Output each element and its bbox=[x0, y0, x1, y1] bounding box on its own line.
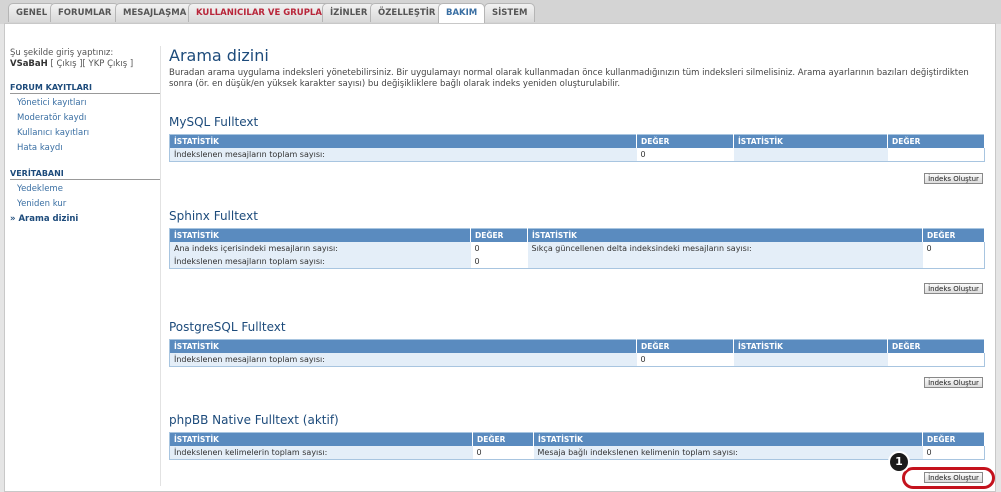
section-title-postgresql: PostgreSQL Fulltext bbox=[169, 320, 286, 334]
create-index-button-mysql[interactable]: İndeks Oluştur bbox=[924, 173, 983, 184]
sidebar-item-moderator-log[interactable]: Moderatör kaydı bbox=[17, 113, 86, 123]
empty-cell bbox=[733, 353, 888, 367]
col-header: DEĞER bbox=[922, 432, 985, 446]
username[interactable]: VSaBaH bbox=[10, 59, 48, 69]
empty-cell bbox=[922, 255, 985, 269]
highlight-ring bbox=[902, 467, 995, 489]
col-header: DEĞER bbox=[470, 228, 528, 242]
stat-label: Ana indeks içerisindeki mesajların sayıs… bbox=[169, 242, 471, 255]
section-title-sphinx: Sphinx Fulltext bbox=[169, 209, 258, 223]
col-header: İSTATİSTİK bbox=[169, 134, 637, 148]
stats-table-mysql: İSTATİSTİK DEĞER İSTATİSTİK DEĞER İndeks… bbox=[169, 134, 985, 162]
sidebar-item-restore[interactable]: Yeniden kur bbox=[17, 199, 66, 209]
section-title-native: phpBB Native Fulltext (aktif) bbox=[169, 413, 339, 427]
create-index-button-postgresql[interactable]: İndeks Oluştur bbox=[924, 377, 983, 388]
menu-heading-forum-logs: FORUM KAYITLARI bbox=[10, 83, 160, 94]
tab-bakim[interactable]: BAKIM bbox=[438, 3, 486, 24]
empty-cell bbox=[887, 353, 985, 367]
page-title: Arama dizini bbox=[169, 46, 269, 65]
logout-links[interactable]: [ Çıkış ][ YKP Çıkış ] bbox=[50, 59, 133, 69]
col-header: DEĞER bbox=[922, 228, 985, 242]
stats-table-postgresql: İSTATİSTİK DEĞER İSTATİSTİK DEĞER İndeks… bbox=[169, 339, 985, 367]
stat-label: İndekslenen mesajların toplam sayısı: bbox=[169, 148, 637, 162]
login-text: Şu şekilde giriş yaptınız: bbox=[10, 48, 114, 58]
sidebar-item-admin-logs[interactable]: Yönetici kayıtları bbox=[17, 98, 86, 108]
col-header: DEĞER bbox=[636, 339, 734, 353]
stat-value: 0 bbox=[472, 446, 534, 460]
login-info: Şu şekilde giriş yaptınız: VSaBaH [ Çıkı… bbox=[10, 48, 133, 70]
col-header: DEĞER bbox=[472, 432, 534, 446]
col-header: İSTATİSTİK bbox=[169, 339, 637, 353]
sidebar-item-search-index[interactable]: » Arama dizini bbox=[10, 214, 78, 224]
stat-value: 0 bbox=[922, 242, 985, 255]
tab-genel[interactable]: GENEL bbox=[8, 3, 56, 22]
stat-label: Sıkça güncellenen delta indeksindeki mes… bbox=[527, 242, 923, 255]
tab-ozellestir[interactable]: ÖZELLEŞTİR bbox=[370, 3, 444, 22]
step-number-badge: 1 bbox=[888, 451, 910, 473]
col-header: DEĞER bbox=[887, 339, 985, 353]
empty-cell bbox=[733, 148, 888, 162]
col-header: İSTATİSTİK bbox=[169, 432, 473, 446]
col-header: İSTATİSTİK bbox=[533, 432, 923, 446]
stat-value: 0 bbox=[636, 353, 734, 367]
stat-label: Mesaja bağlı indekslenen kelimenin topla… bbox=[533, 446, 923, 460]
empty-cell bbox=[887, 148, 985, 162]
col-header: DEĞER bbox=[636, 134, 734, 148]
tab-izinler[interactable]: İZİNLER bbox=[322, 3, 376, 22]
sidebar-item-backup[interactable]: Yedekleme bbox=[17, 184, 63, 194]
stat-label: İndekslenen mesajların toplam sayısı: bbox=[169, 353, 637, 367]
tab-kullanicilar-ve-gruplar[interactable]: KULLANICILAR VE GRUPLAR bbox=[188, 3, 337, 22]
stats-table-native: İSTATİSTİK DEĞER İSTATİSTİK DEĞER İndeks… bbox=[169, 432, 985, 460]
stat-label: İndekslenen mesajların toplam sayısı: bbox=[169, 255, 471, 269]
empty-cell bbox=[527, 255, 923, 269]
tab-sistem[interactable]: SİSTEM bbox=[484, 3, 536, 22]
page-description: Buradan arama uygulama indeksleri yönete… bbox=[169, 68, 969, 89]
divider bbox=[160, 46, 161, 486]
sidebar-item-error-log[interactable]: Hata kaydı bbox=[17, 143, 63, 153]
col-header: İSTATİSTİK bbox=[733, 339, 888, 353]
tab-bar: GENEL FORUMLAR MESAJLAŞMA KULLANICILAR V… bbox=[0, 0, 1001, 24]
col-header: DEĞER bbox=[887, 134, 985, 148]
stats-table-sphinx: İSTATİSTİK DEĞER İSTATİSTİK DEĞER Ana in… bbox=[169, 228, 985, 269]
col-header: İSTATİSTİK bbox=[169, 228, 471, 242]
tab-forumlar[interactable]: FORUMLAR bbox=[50, 3, 120, 22]
tab-mesajlasma[interactable]: MESAJLAŞMA bbox=[115, 3, 195, 22]
menu-heading-database: VERİTABANI bbox=[10, 169, 160, 180]
stat-label: İndekslenen kelimelerin toplam sayısı: bbox=[169, 446, 473, 460]
col-header: İSTATİSTİK bbox=[527, 228, 923, 242]
stat-value: 0 bbox=[470, 255, 528, 269]
section-title-mysql: MySQL Fulltext bbox=[169, 115, 259, 129]
create-index-button-sphinx[interactable]: İndeks Oluştur bbox=[924, 283, 983, 294]
sidebar-item-label: Arama dizini bbox=[18, 214, 79, 224]
stat-value: 0 bbox=[470, 242, 528, 255]
sidebar-item-user-logs[interactable]: Kullanıcı kayıtları bbox=[17, 128, 89, 138]
stat-value: 0 bbox=[922, 446, 985, 460]
stat-value: 0 bbox=[636, 148, 734, 162]
col-header: İSTATİSTİK bbox=[733, 134, 888, 148]
